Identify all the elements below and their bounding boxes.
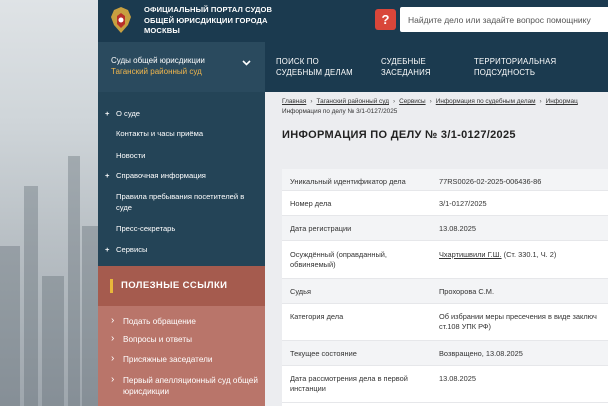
useful-links-header: ПОЛЕЗНЫЕ ССЫЛКИ (98, 266, 265, 306)
breadcrumb-truncated[interactable]: Информац (546, 98, 578, 105)
link-submit-appeal[interactable]: Подать обращение (111, 315, 258, 327)
sidebar-item-services[interactable]: Сервисы (105, 244, 256, 255)
useful-links-title: ПОЛЕЗНЫЕ ССЫЛКИ (121, 280, 228, 291)
sidebar-item-contacts[interactable]: Контакты и часы приёма (116, 128, 256, 139)
breadcrumb-home[interactable]: Главная (282, 98, 306, 105)
court-selector[interactable]: Суды общей юрисдикции Таганский районный… (98, 42, 265, 92)
row-value: 3/1-0127/2025 (439, 199, 487, 208)
table-row: Дата рассмотрения дела в первой инстанци… (282, 366, 608, 403)
breadcrumb-current: Информация по делу № 3/1-0127/2025 (282, 108, 398, 115)
portal-title[interactable]: ОФИЦИАЛЬНЫЙ ПОРТАЛ СУДОВ ОБЩЕЙ ЮРИСДИКЦИ… (144, 5, 304, 37)
sidebar-item-about[interactable]: О суде (105, 108, 256, 119)
site-header: ОФИЦИАЛЬНЫЙ ПОРТАЛ СУДОВ ОБЩЕЙ ЮРИСДИКЦИ… (98, 0, 608, 42)
breadcrumb-court[interactable]: Таганский районный суд (316, 98, 389, 105)
link-appeal-court[interactable]: Первый апелляционный суд общей юрисдикци… (111, 374, 258, 397)
breadcrumb-separator-icon: › (539, 98, 542, 105)
help-button[interactable]: ? (375, 9, 396, 30)
sidebar-item-reference[interactable]: Справочная информация (105, 170, 256, 181)
nav-case-search[interactable]: ПОИСК ПО СУДЕБНЫМ ДЕЛАМ (276, 56, 366, 78)
nav-court-sessions[interactable]: СУДЕБНЫЕ ЗАСЕДАНИЯ (381, 56, 451, 78)
sidebar-item-news[interactable]: Новости (116, 150, 256, 161)
breadcrumb: Главная › Таганский районный суд › Сервисы › И… (282, 97, 608, 107)
breadcrumb-case-info[interactable]: Информация по судебным делам (436, 98, 536, 105)
sidebar-item-press-secretary[interactable]: Пресс-секретарь (116, 223, 256, 234)
table-row: Дата регистрации 13.08.2025 (282, 216, 608, 241)
sidebar-menu: О суде Контакты и часы приёма Новости Сп… (98, 92, 265, 266)
row-value: Чхартишвили Г.Ш. (Ст. 330.1, Ч. 2) (439, 250, 608, 260)
table-row: Судья Прохорова С.М. (282, 279, 608, 304)
row-value: 13.08.2025 (439, 224, 476, 233)
main-content: Главная › Таганский районный суд › Сервисы › И… (265, 92, 608, 406)
case-info-table: Уникальный идентификатор дела 77RS0026-0… (282, 169, 608, 406)
breadcrumb-separator-icon: › (392, 98, 396, 105)
row-key: Уникальный идентификатор дела (290, 177, 406, 186)
page-title: ИНФОРМАЦИЯ ПО ДЕЛУ № 3/1-0127/2025 (282, 129, 516, 141)
row-value: 13.08.2025 (439, 374, 476, 383)
sidebar-item-visitor-rules[interactable]: Правила пребывания посетителей в суде (116, 191, 246, 213)
table-row: Осуждённый (оправданный, обвиняемый) Чха… (282, 241, 608, 279)
row-key: Осуждённый (оправданный, обвиняемый) (290, 250, 387, 269)
table-row: Категория дела Об избрании меры пресечен… (282, 304, 608, 341)
breadcrumb-separator-icon: › (310, 98, 313, 105)
search-input[interactable] (400, 7, 608, 32)
breadcrumb-separator-icon: › (429, 98, 432, 105)
defendant-link[interactable]: Чхартишвили Г.Ш. (439, 250, 502, 259)
table-row: Текущее состояние Возвращено, 13.08.2025 (282, 341, 608, 366)
row-key: Текущее состояние (290, 349, 357, 358)
useful-links-panel: ПОЛЕЗНЫЕ ССЫЛКИ Подать обращение Вопросы… (98, 266, 265, 406)
row-key: Дата регистрации (290, 224, 352, 233)
top-navigation: ПОИСК ПО СУДЕБНЫМ ДЕЛАМ СУДЕБНЫЕ ЗАСЕДАН… (265, 42, 608, 92)
nav-territorial-jurisdiction[interactable]: ТЕРРИТОРИАЛЬНАЯ ПОДСУДНОСТЬ (474, 56, 584, 78)
breadcrumb-services[interactable]: Сервисы (399, 98, 425, 105)
link-faq[interactable]: Вопросы и ответы (111, 333, 258, 345)
row-value: Об избрании меры пресечения в виде заклю… (439, 312, 597, 321)
row-value: Возвращено, 13.08.2025 (439, 349, 523, 358)
coat-of-arms-icon[interactable] (108, 5, 134, 35)
row-value: 77RS0026-02-2025-006436-86 (439, 177, 542, 186)
defendant-article: (Ст. 330.1, Ч. 2) (501, 250, 557, 259)
row-key: Судья (290, 287, 311, 296)
table-row: Номер дела 3/1-0127/2025 (282, 191, 608, 216)
accent-bar (110, 279, 113, 293)
link-jurors[interactable]: Присяжные заседатели (111, 353, 258, 365)
row-key: Категория дела (290, 312, 344, 321)
row-value: Прохорова С.М. (439, 287, 495, 296)
row-value-line2: ст.108 УПК РФ) (439, 322, 491, 331)
table-row: Уникальный идентификатор дела 77RS0026-0… (282, 169, 608, 191)
row-key: Дата рассмотрения дела в первой инстанци… (290, 374, 408, 393)
row-key: Номер дела (290, 199, 332, 208)
chevron-down-icon[interactable] (242, 58, 251, 68)
